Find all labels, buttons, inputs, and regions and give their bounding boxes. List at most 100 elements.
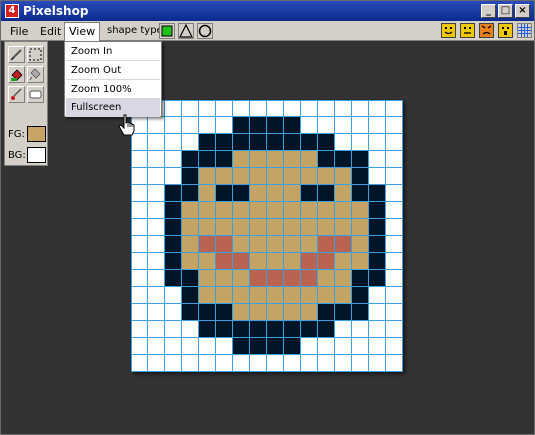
pixel-cell[interactable] [233,287,250,304]
pixel-cell[interactable] [131,338,148,355]
pixel-cell[interactable] [165,338,182,355]
pixel-cell[interactable] [301,338,318,355]
pixel-cell[interactable] [284,287,301,304]
pixel-cell[interactable] [233,270,250,287]
pixel-cell[interactable] [369,287,386,304]
pixel-cell[interactable] [148,185,165,202]
pixel-cell[interactable] [148,270,165,287]
pixel-cell[interactable] [284,355,301,372]
pixel-cell[interactable] [386,304,403,321]
pixel-cell[interactable] [165,355,182,372]
pixel-cell[interactable] [182,338,199,355]
pixel-cell[interactable] [369,100,386,117]
pixel-cell[interactable] [301,304,318,321]
pixel-cell[interactable] [369,151,386,168]
pixel-cell[interactable] [199,355,216,372]
pixel-cell[interactable] [335,338,352,355]
pixel-cell[interactable] [284,304,301,321]
pixel-cell[interactable] [369,134,386,151]
pixel-cell[interactable] [352,236,369,253]
pixel-cell[interactable] [233,304,250,321]
close-button[interactable]: × [515,4,530,18]
pixel-cell[interactable] [250,185,267,202]
pixel-cell[interactable] [165,270,182,287]
pixel-cell[interactable] [267,185,284,202]
minimize-button[interactable]: _ [481,4,496,18]
pixel-cell[interactable] [267,117,284,134]
pixel-cell[interactable] [267,100,284,117]
pixel-cell[interactable] [216,287,233,304]
pixel-cell[interactable] [369,304,386,321]
pixel-cell[interactable] [284,134,301,151]
pixel-cell[interactable] [216,185,233,202]
pixel-canvas[interactable] [131,100,403,372]
pixel-cell[interactable] [165,100,182,117]
pixel-cell[interactable] [216,253,233,270]
title-bar[interactable]: 4 Pixelshop _ □ × [1,1,534,21]
pixel-cell[interactable] [267,134,284,151]
pixel-cell[interactable] [284,117,301,134]
pixel-cell[interactable] [250,219,267,236]
pixel-cell[interactable] [182,236,199,253]
pixel-cell[interactable] [352,117,369,134]
pixel-cell[interactable] [386,219,403,236]
eyedropper-tool[interactable] [27,66,44,83]
pixel-cell[interactable] [267,253,284,270]
pixel-cell[interactable] [335,117,352,134]
pixel-cell[interactable] [369,338,386,355]
pixel-cell[interactable] [318,151,335,168]
pixel-cell[interactable] [352,168,369,185]
pixel-cell[interactable] [148,321,165,338]
pixel-cell[interactable] [386,151,403,168]
pixel-cell[interactable] [182,355,199,372]
pixel-cell[interactable] [250,253,267,270]
pixel-cell[interactable] [352,185,369,202]
pixel-cell[interactable] [233,253,250,270]
pixel-cell[interactable] [148,287,165,304]
pixel-cell[interactable] [165,117,182,134]
menu-item-zoom-in[interactable]: Zoom In [66,43,160,61]
bg-color-swatch[interactable] [27,147,46,163]
pixel-cell[interactable] [284,321,301,338]
menu-file[interactable]: File [10,25,28,38]
pixel-cell[interactable] [199,219,216,236]
pixel-cell[interactable] [335,355,352,372]
pixel-cell[interactable] [131,202,148,219]
pixel-cell[interactable] [199,202,216,219]
pixel-cell[interactable] [369,236,386,253]
pixel-cell[interactable] [386,287,403,304]
pixel-cell[interactable] [148,151,165,168]
pixel-cell[interactable] [250,117,267,134]
pixel-cell[interactable] [250,134,267,151]
grid-toggle-button[interactable] [517,23,532,38]
menu-item-zoom-100[interactable]: Zoom 100% [66,81,160,99]
pixel-cell[interactable] [335,321,352,338]
pixel-cell[interactable] [165,185,182,202]
pixel-cell[interactable] [216,151,233,168]
pixel-grid[interactable] [131,100,403,372]
pixel-cell[interactable] [318,287,335,304]
pixel-cell[interactable] [148,202,165,219]
pixel-cell[interactable] [352,134,369,151]
pixel-cell[interactable] [284,168,301,185]
pixel-cell[interactable] [267,287,284,304]
menu-item-zoom-out[interactable]: Zoom Out [66,62,160,80]
pixel-cell[interactable] [335,151,352,168]
pixel-cell[interactable] [250,100,267,117]
pixel-cell[interactable] [352,287,369,304]
pixel-cell[interactable] [148,219,165,236]
pixel-cell[interactable] [233,202,250,219]
pixel-cell[interactable] [386,202,403,219]
pixel-cell[interactable] [199,304,216,321]
triangle-shape-button[interactable] [178,23,194,39]
pixel-cell[interactable] [148,117,165,134]
pixel-cell[interactable] [318,355,335,372]
fg-color-swatch[interactable] [27,126,46,142]
pixel-cell[interactable] [131,270,148,287]
pixel-cell[interactable] [131,134,148,151]
pixel-cell[interactable] [335,270,352,287]
pixel-cell[interactable] [335,185,352,202]
pixel-cell[interactable] [148,236,165,253]
menu-item-fullscreen[interactable]: Fullscreen [66,99,160,117]
pixel-cell[interactable] [148,304,165,321]
